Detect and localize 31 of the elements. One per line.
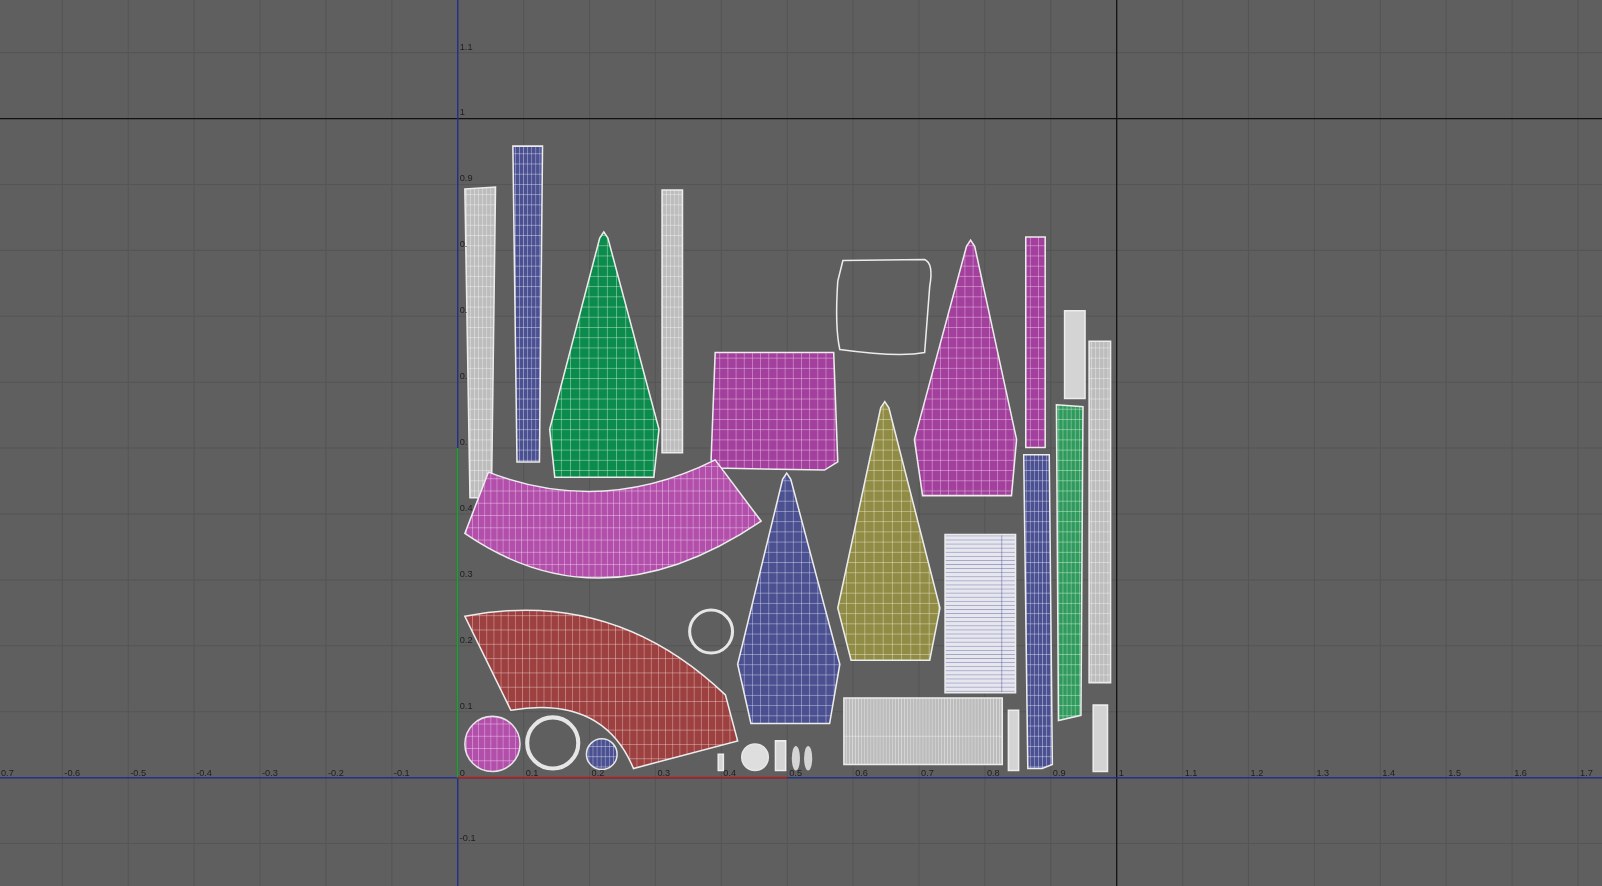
- axis-label: 1.1: [459, 41, 473, 52]
- axis-label: 1.7: [1580, 767, 1593, 778]
- axis-label: 0.2: [591, 767, 605, 778]
- axis-label: 0.6: [855, 767, 868, 778]
- axis-label: 1.1: [1184, 767, 1198, 778]
- axis-label: 1.6: [1514, 767, 1527, 778]
- uv-shell: [791, 746, 800, 771]
- axis-label: 0.7: [1, 767, 14, 778]
- uv-shell: [774, 740, 787, 772]
- axis-label: 0.8: [986, 767, 1000, 778]
- axis-label: 0.9: [459, 173, 473, 184]
- uv-shell: [1007, 709, 1020, 772]
- axis-label: 0.4: [723, 767, 737, 778]
- axis-label: -0.3: [262, 767, 278, 778]
- axis-label: 1.4: [1382, 767, 1396, 778]
- axis-label: 0.9: [1052, 767, 1066, 778]
- axis-label: 0.7: [921, 767, 934, 778]
- uv-shell: [1092, 704, 1109, 773]
- axis-label: 0.1: [459, 700, 473, 711]
- axis-label: -0.1: [459, 832, 476, 843]
- axis-label: 0.5: [789, 767, 803, 778]
- axis-label: -0.4: [196, 767, 212, 778]
- axis-label: -0.1: [393, 767, 410, 778]
- axis-label: 1.2: [1250, 767, 1264, 778]
- axis-label: 1.3: [1316, 767, 1330, 778]
- axis-label: 1.5: [1448, 767, 1461, 778]
- axis-label: 1: [1118, 767, 1124, 778]
- axis-label: -0.5: [130, 767, 147, 778]
- axis-label: 0.2: [459, 634, 473, 645]
- uv-shell: [804, 746, 813, 771]
- axis-label: 1: [459, 107, 465, 118]
